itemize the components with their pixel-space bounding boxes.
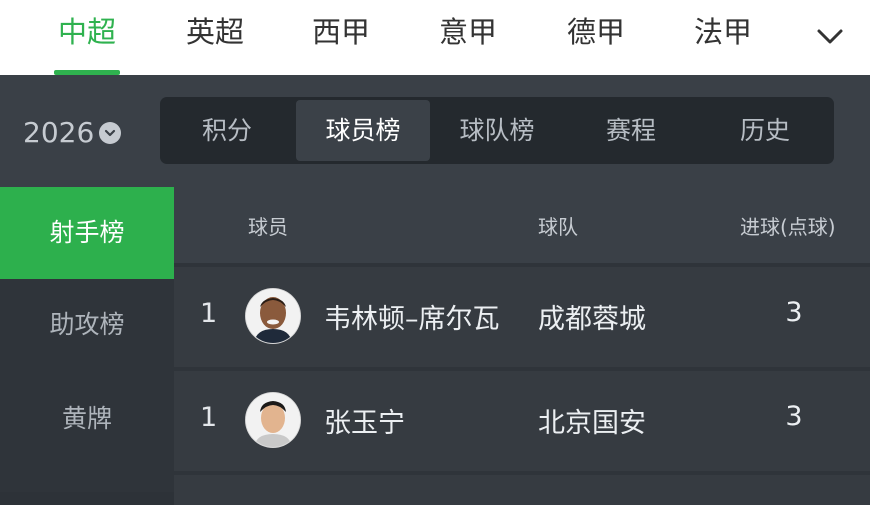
category-yellow-cards[interactable]: 黄牌 <box>0 373 174 465</box>
goals-value: 3 <box>785 401 803 432</box>
player-name: 韦林顿–席尔瓦 <box>324 304 500 335</box>
tab-team-rankings[interactable]: 球队榜 <box>430 97 564 164</box>
rank: 1 <box>200 402 218 433</box>
tab-premier-league[interactable]: 英超 <box>170 10 260 55</box>
table-row[interactable]: 1 韦林顿–席尔瓦 成都蓉城 3 <box>174 267 870 367</box>
header-player: 球员 <box>248 215 288 239</box>
category-assists[interactable]: 助攻榜 <box>0 279 174 371</box>
header-team: 球队 <box>538 215 578 239</box>
rankings-table: 球员 球队 进球(点球) 1 韦林顿–席尔瓦 成都蓉城 3 1 张玉宁 北京国安… <box>174 187 870 505</box>
tab-player-rankings[interactable]: 球员榜 <box>296 100 430 161</box>
tab-la-liga[interactable]: 西甲 <box>296 10 386 55</box>
league-tab-bar: 中超 英超 西甲 意甲 德甲 法甲 <box>0 0 870 75</box>
table-row[interactable] <box>174 475 870 505</box>
player-name: 张玉宁 <box>324 408 405 439</box>
category-top-scorers[interactable]: 射手榜 <box>0 187 174 279</box>
category-nav: 射手榜 助攻榜 黄牌 <box>0 187 174 492</box>
tab-history[interactable]: 历史 <box>698 97 832 164</box>
avatar <box>246 289 300 343</box>
tab-serie-a[interactable]: 意甲 <box>423 10 513 55</box>
season-selector[interactable]: 2026 <box>23 113 122 153</box>
header-goals: 进球(点球) <box>740 215 836 239</box>
tab-schedule[interactable]: 赛程 <box>564 97 698 164</box>
team-name: 北京国安 <box>538 408 646 439</box>
team-name: 成都蓉城 <box>538 304 646 335</box>
season-year: 2026 <box>23 116 95 149</box>
tab-standings[interactable]: 积分 <box>160 97 294 164</box>
tab-ligue-1[interactable]: 法甲 <box>678 10 768 55</box>
chevron-down-circle-icon <box>99 122 122 144</box>
tab-bundesliga[interactable]: 德甲 <box>551 10 641 55</box>
table-row[interactable]: 1 张玉宁 北京国安 3 <box>174 371 870 471</box>
chevron-down-icon[interactable] <box>812 18 848 54</box>
table-header: 球员 球队 进球(点球) <box>174 187 870 263</box>
tab-csl[interactable]: 中超 <box>42 10 132 55</box>
goals-value: 3 <box>785 297 803 328</box>
rank: 1 <box>200 298 218 329</box>
avatar <box>246 393 300 447</box>
section-tabs: 积分 球员榜 球队榜 赛程 历史 <box>160 97 834 164</box>
